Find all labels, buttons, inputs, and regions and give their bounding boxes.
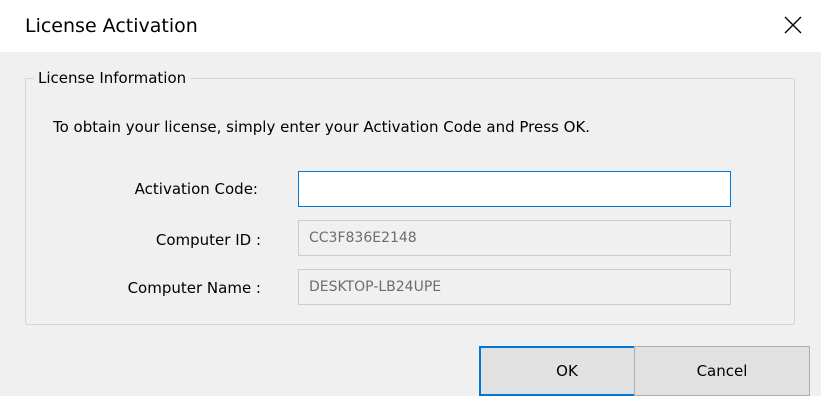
computer-name-field[interactable]: [298, 269, 731, 305]
close-button[interactable]: [771, 6, 815, 44]
dialog-body: License Information To obtain your licen…: [0, 52, 821, 396]
title-bar: License Activation: [0, 0, 821, 52]
activation-code-label: Activation Code:: [134, 180, 258, 198]
computer-id-label: Computer ID :: [155, 231, 261, 249]
cancel-button[interactable]: Cancel: [634, 346, 810, 396]
computer-name-label: Computer Name :: [127, 279, 261, 297]
ok-button[interactable]: OK: [479, 346, 655, 396]
group-legend: License Information: [34, 67, 191, 89]
instructions-text: To obtain your license, simply enter you…: [53, 118, 591, 136]
window-title: License Activation: [25, 15, 198, 37]
computer-id-field[interactable]: [298, 220, 731, 256]
close-icon: [784, 16, 802, 34]
activation-code-input[interactable]: [298, 171, 731, 207]
